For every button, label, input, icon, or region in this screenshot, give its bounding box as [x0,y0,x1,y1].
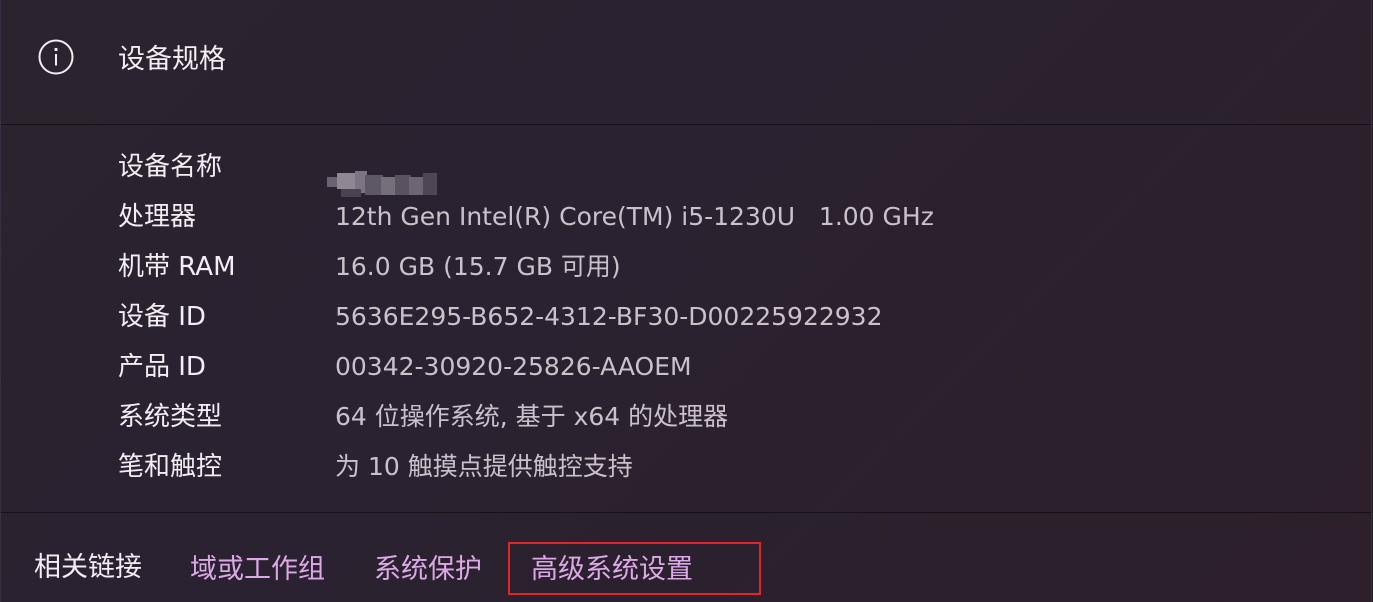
spec-list: 设备名称 处理器 12th Gen Intel(R) Core(TM) i5-1… [1,126,1371,513]
related-links-bar: 相关链接 域或工作组 系统保护 高级系统设置 [1,514,1371,602]
device-specs-header[interactable]: 设备规格 [1,0,1371,125]
spec-label: 设备 ID [118,302,206,332]
spec-value: 16.0 GB (15.7 GB 可用) [335,252,621,281]
spec-value: 00342-30920-25826-AAOEM [335,352,692,381]
related-links-label: 相关链接 [34,552,142,583]
spec-label: 产品 ID [118,352,206,382]
spec-label: 设备名称 [118,152,223,182]
spec-row-processor: 处理器 12th Gen Intel(R) Core(TM) i5-1230U … [1,192,1371,242]
info-icon [38,39,74,75]
spec-row-system-type: 系统类型 64 位操作系统, 基于 x64 的处理器 [1,392,1371,442]
spec-row-product-id: 产品 ID 00342-30920-25826-AAOEM [1,342,1371,392]
spec-label: 处理器 [118,202,197,232]
spec-row-ram: 机带 RAM 16.0 GB (15.7 GB 可用) [1,242,1371,292]
spec-row-device-id: 设备 ID 5636E295-B652-4312-BF30-D002259229… [1,292,1371,342]
section-title: 设备规格 [118,44,226,75]
domain-workgroup-link[interactable]: 域或工作组 [190,550,325,590]
spec-value: 为 10 触摸点提供触控支持 [335,452,633,481]
spec-label: 机带 RAM [118,252,236,282]
spec-value: 5636E295-B652-4312-BF30-D00225922932 [335,302,883,331]
spec-label: 系统类型 [118,402,223,432]
spec-value: 64 位操作系统, 基于 x64 的处理器 [335,402,729,431]
system-protection-link[interactable]: 系统保护 [374,550,482,590]
advanced-system-settings-link[interactable]: 高级系统设置 [531,550,693,590]
spec-row-pen-touch: 笔和触控 为 10 触摸点提供触控支持 [1,442,1371,492]
spec-row-device-name: 设备名称 [1,142,1371,197]
spec-value: 12th Gen Intel(R) Core(TM) i5-1230U 1.00… [335,202,934,231]
device-specs-panel: 设备规格 设备名称 处理器 12th Gen Intel(R) Core(TM)… [0,0,1372,602]
spec-label: 笔和触控 [118,452,223,482]
